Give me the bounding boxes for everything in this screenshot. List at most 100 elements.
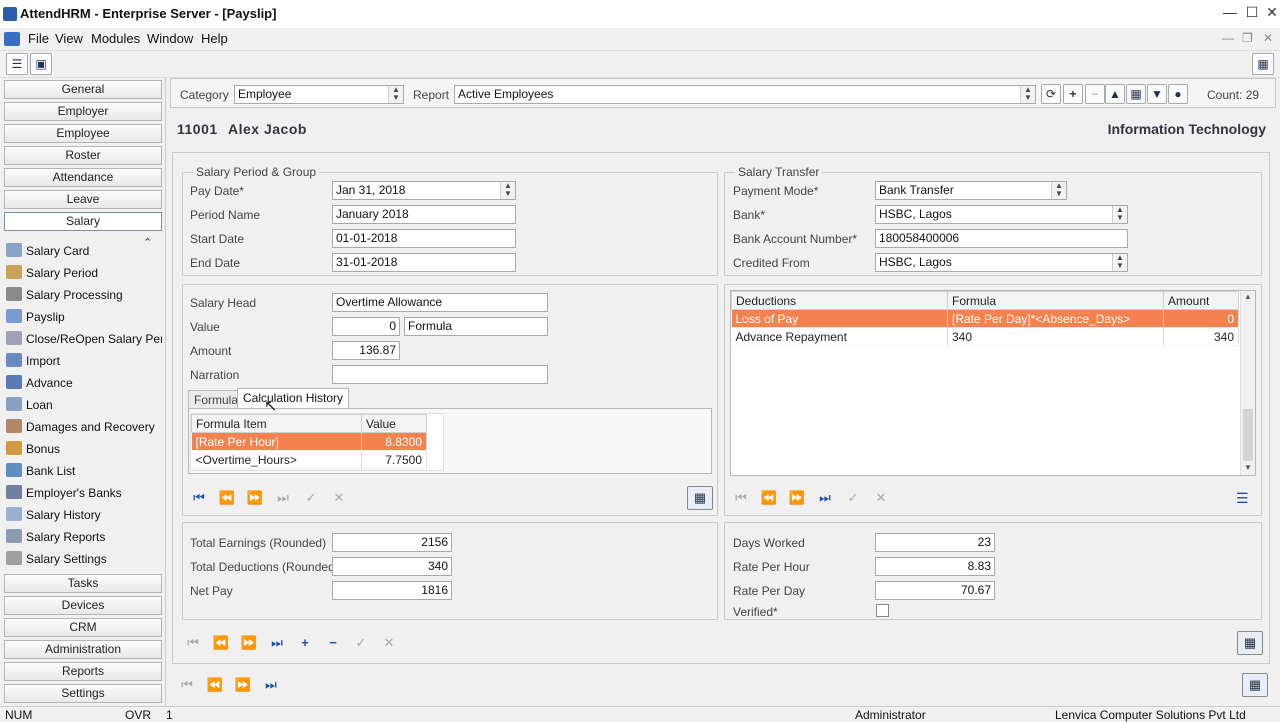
account-number-input[interactable]: 180058400006 [875, 229, 1128, 248]
up-icon[interactable]: ▲ [1105, 84, 1125, 104]
maximize-icon[interactable]: ☐ [1242, 4, 1262, 21]
verified-checkbox[interactable] [876, 604, 889, 617]
scroll-down-icon[interactable]: ▼ [1244, 463, 1252, 472]
prev-record-icon[interactable]: ⏪ [760, 490, 778, 506]
amount-header[interactable]: Amount [1163, 291, 1239, 310]
category-select[interactable]: Employee ▲ ▼ [234, 85, 404, 104]
prev-record-icon[interactable]: ⏪ [218, 490, 236, 506]
nav-item-advance[interactable]: Advance [6, 373, 162, 393]
last-record-icon[interactable]: ⏭ [816, 490, 834, 506]
table-row[interactable]: Advance Repayment 340 340 [731, 327, 1239, 346]
mdi-minimize-icon[interactable]: — [1222, 31, 1234, 45]
tab-calculation-history[interactable]: Calculation History [237, 388, 350, 409]
first-record-icon[interactable]: ⏮ [184, 635, 202, 651]
amount-input[interactable]: 136.87 [332, 341, 400, 360]
confirm-icon[interactable]: ✓ [352, 635, 370, 651]
total-earnings-input[interactable]: 2156 [332, 533, 452, 552]
nav-item-import[interactable]: Import [6, 351, 162, 371]
delete-record-icon[interactable]: − [324, 635, 342, 650]
nav-item-salary-settings[interactable]: Salary Settings [6, 549, 162, 569]
confirm-icon[interactable]: ✓ [844, 490, 862, 506]
scroll-up-icon[interactable]: ▲ [1244, 292, 1252, 301]
minimize-icon[interactable]: — [1220, 4, 1240, 20]
nav-attendance[interactable]: Attendance [4, 168, 162, 187]
prev-employee-icon[interactable]: ⏪ [206, 677, 224, 693]
nav-reports[interactable]: Reports [4, 662, 162, 681]
confirm-icon[interactable]: ✓ [302, 490, 320, 506]
close-icon[interactable]: ✕ [1262, 4, 1280, 21]
prev-record-icon[interactable]: ⏪ [212, 635, 230, 651]
excel-icon[interactable]: ▦ [1126, 84, 1146, 104]
nav-item-damages[interactable]: Damages and Recovery [6, 417, 162, 437]
table-row[interactable]: Loss of Pay [Rate Per Day]*<Absence_Days… [731, 309, 1239, 328]
formula-header[interactable]: Formula [947, 291, 1164, 310]
nav-item-close-reopen[interactable]: Close/ReOpen Salary Per… [6, 329, 162, 349]
cancel-icon[interactable]: ✕ [872, 490, 890, 506]
nav-item-payslip[interactable]: Payslip [6, 307, 162, 327]
layout-icon[interactable]: ▦ [1252, 53, 1274, 75]
nav-employee[interactable]: Employee [4, 124, 162, 143]
user-icon[interactable]: ● [1168, 84, 1188, 104]
mdi-restore-icon[interactable]: ❐ [1242, 31, 1253, 45]
cancel-icon[interactable]: ✕ [330, 490, 348, 506]
spin-arrows-icon[interactable]: ▲ ▼ [500, 182, 515, 199]
grid-view-icon[interactable]: ▦ [1237, 631, 1263, 655]
pay-date-input[interactable]: Jan 31, 2018 ▲ ▼ [332, 181, 516, 200]
nav-item-bank-list[interactable]: Bank List [6, 461, 162, 481]
nav-item-bonus[interactable]: Bonus [6, 439, 162, 459]
total-deductions-input[interactable]: 340 [332, 557, 452, 576]
payment-mode-select[interactable]: Bank Transfer ▲ ▼ [875, 181, 1067, 200]
nav-devices[interactable]: Devices [4, 596, 162, 615]
salary-head-input[interactable]: Overtime Allowance [332, 293, 548, 312]
filter-icon[interactable]: ▼ [1147, 84, 1167, 104]
nav-roster[interactable]: Roster [4, 146, 162, 165]
menu-file[interactable]: File [28, 31, 49, 46]
spin-arrows-icon[interactable]: ▲ ▼ [1112, 206, 1127, 223]
menu-view[interactable]: View [55, 31, 83, 46]
narration-input[interactable] [332, 365, 548, 384]
nav-leave[interactable]: Leave [4, 190, 162, 209]
tab-formula[interactable]: Formula [188, 390, 245, 409]
spin-arrows-icon[interactable]: ▲ ▼ [388, 86, 403, 103]
history-header-value[interactable]: Value [361, 414, 427, 433]
scrollbar-thumb[interactable] [1243, 409, 1253, 461]
nav-item-salary-history[interactable]: Salary History [6, 505, 162, 525]
first-record-icon[interactable]: ⏮ [732, 490, 750, 506]
remove-icon[interactable]: − [1085, 84, 1105, 104]
spin-arrows-icon[interactable]: ▲ ▼ [1051, 182, 1066, 199]
value-input[interactable]: 0 [332, 317, 400, 336]
bank-select[interactable]: HSBC, Lagos ▲ ▼ [875, 205, 1128, 224]
spin-arrows-icon[interactable]: ▲ ▼ [1112, 254, 1127, 271]
menu-window[interactable]: Window [147, 31, 193, 46]
table-row[interactable]: [Rate Per Hour] 8.8300 [191, 432, 427, 451]
deductions-header[interactable]: Deductions [731, 291, 948, 310]
nav-item-salary-reports[interactable]: Salary Reports [6, 527, 162, 547]
last-record-icon[interactable]: ⏭ [268, 635, 286, 651]
camera-icon[interactable]: ▣ [30, 53, 52, 75]
credited-from-select[interactable]: HSBC, Lagos ▲ ▼ [875, 253, 1128, 272]
report-select[interactable]: Active Employees ▲ ▼ [454, 85, 1036, 104]
nav-general[interactable]: General [4, 80, 162, 99]
net-pay-input[interactable]: 1816 [332, 581, 452, 600]
next-record-icon[interactable]: ⏩ [788, 490, 806, 506]
next-record-icon[interactable]: ⏩ [246, 490, 264, 506]
table-row[interactable]: <Overtime_Hours> 7.7500 [191, 450, 427, 469]
next-record-icon[interactable]: ⏩ [240, 635, 258, 651]
add-record-icon[interactable]: + [296, 635, 314, 650]
history-header-item[interactable]: Formula Item [191, 414, 362, 433]
refresh-icon[interactable]: ⟳ [1041, 84, 1061, 104]
add-icon[interactable]: + [1063, 84, 1083, 104]
menu-modules[interactable]: Modules [91, 31, 140, 46]
grid-view-icon[interactable]: ▦ [687, 486, 713, 510]
nav-item-salary-period[interactable]: Salary Period [6, 263, 162, 283]
rate-per-day-input[interactable]: 70.67 [875, 581, 995, 600]
last-employee-icon[interactable]: ⏭ [262, 677, 280, 693]
days-worked-input[interactable]: 23 [875, 533, 995, 552]
book-icon[interactable]: ☰ [6, 53, 28, 75]
rate-per-hour-input[interactable]: 8.83 [875, 557, 995, 576]
end-date-input[interactable]: 31-01-2018 [332, 253, 516, 272]
nav-item-salary-card[interactable]: Salary Card [6, 241, 162, 261]
mdi-close-icon[interactable]: ✕ [1263, 31, 1273, 45]
spin-arrows-icon[interactable]: ▲ ▼ [1020, 86, 1035, 103]
next-employee-icon[interactable]: ⏩ [234, 677, 252, 693]
